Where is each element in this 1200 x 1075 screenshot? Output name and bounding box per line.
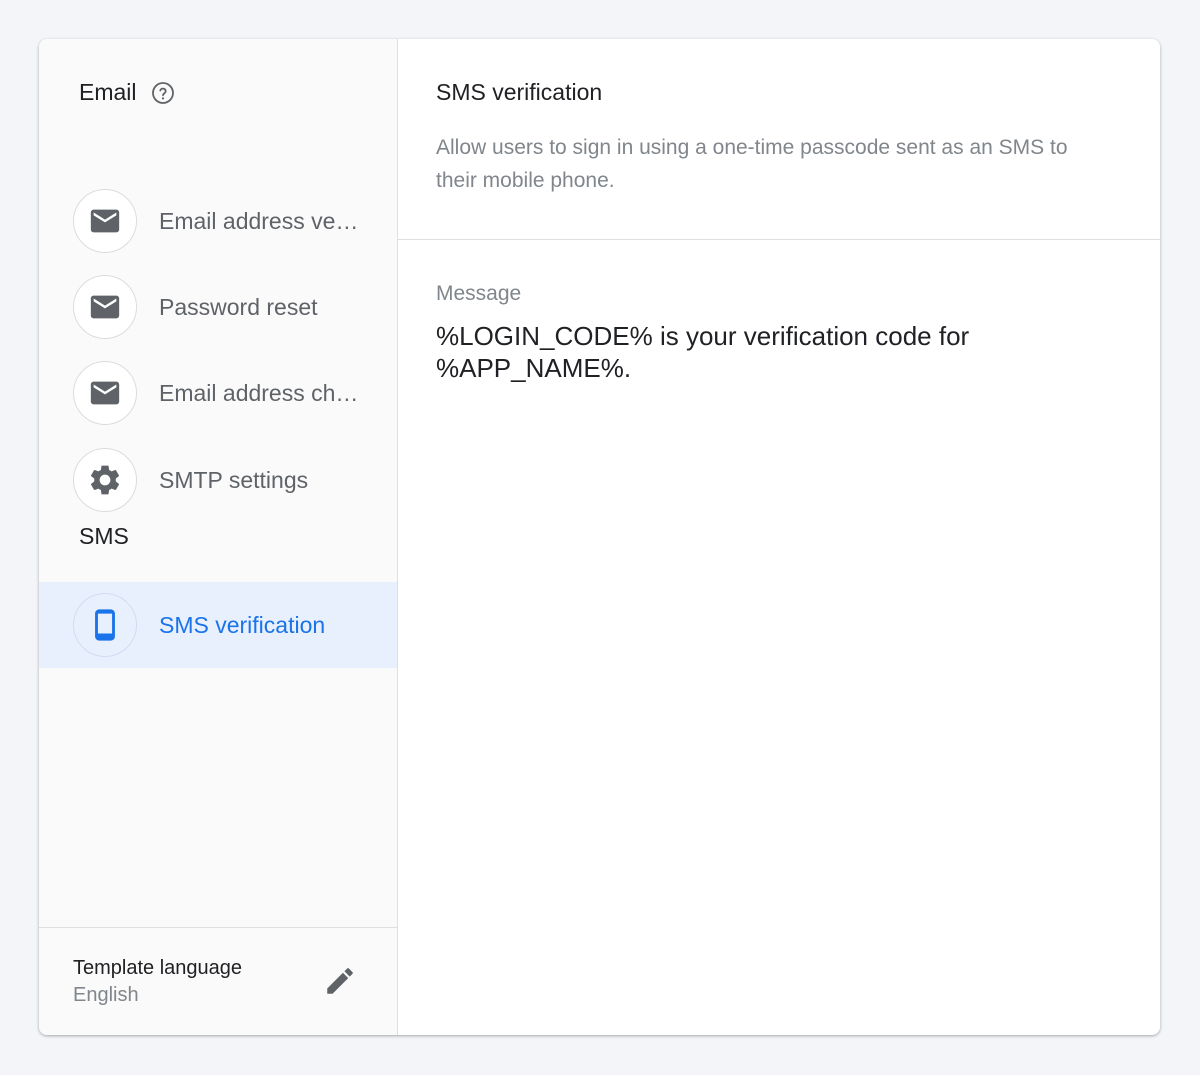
help-icon[interactable] — [151, 81, 175, 105]
sidebar-item-password-reset[interactable]: Password reset — [39, 264, 397, 350]
mail-icon — [73, 189, 137, 253]
message-label: Message — [436, 282, 522, 305]
sidebar-item-label: SMS verification — [159, 611, 326, 638]
sms-section-label: SMS — [79, 523, 129, 549]
sms-section-title: SMS — [79, 523, 129, 550]
template-header: SMS verification Allow users to sign in … — [398, 39, 1160, 240]
sidebar-item-email-address-change[interactable]: Email address change — [39, 350, 397, 436]
email-section-label: Email — [79, 79, 137, 105]
template-language: Template language English — [39, 927, 397, 1035]
sidebar: Email Email address verification Passwor… — [39, 39, 398, 1035]
message-text: %LOGIN_CODE% is your verification code f… — [436, 321, 970, 383]
template-detail: SMS verification Allow users to sign in … — [398, 39, 1160, 1035]
page-description: Allow users to sign in using a one-time … — [436, 136, 1068, 192]
page-title: SMS verification — [436, 79, 603, 105]
sidebar-item-label: Email address verification — [159, 207, 365, 234]
edit-language-button[interactable] — [321, 962, 359, 1000]
gear-icon — [73, 448, 137, 512]
templates-card: Email Email address verification Passwor… — [39, 39, 1160, 1035]
sidebar-item-smtp-settings[interactable]: SMTP settings — [39, 437, 397, 523]
sidebar-item-label: Email address change — [159, 379, 365, 406]
mail-icon — [73, 361, 137, 425]
phone-icon — [73, 593, 137, 657]
message-section: Message %LOGIN_CODE% is your verificatio… — [398, 240, 1160, 384]
sidebar-item-sms-verification[interactable]: SMS verification — [39, 582, 397, 668]
sidebar-item-label: SMTP settings — [159, 466, 309, 493]
sidebar-item-email-address-verification[interactable]: Email address verification — [39, 178, 397, 264]
template-language-label: Template language — [73, 956, 243, 979]
email-section-title: Email — [79, 79, 175, 106]
sidebar-item-label: Password reset — [159, 293, 318, 320]
mail-icon — [73, 275, 137, 339]
template-language-value: English — [73, 983, 139, 1006]
pencil-icon — [327, 968, 353, 994]
template-language-text: Template language English — [73, 955, 242, 1009]
